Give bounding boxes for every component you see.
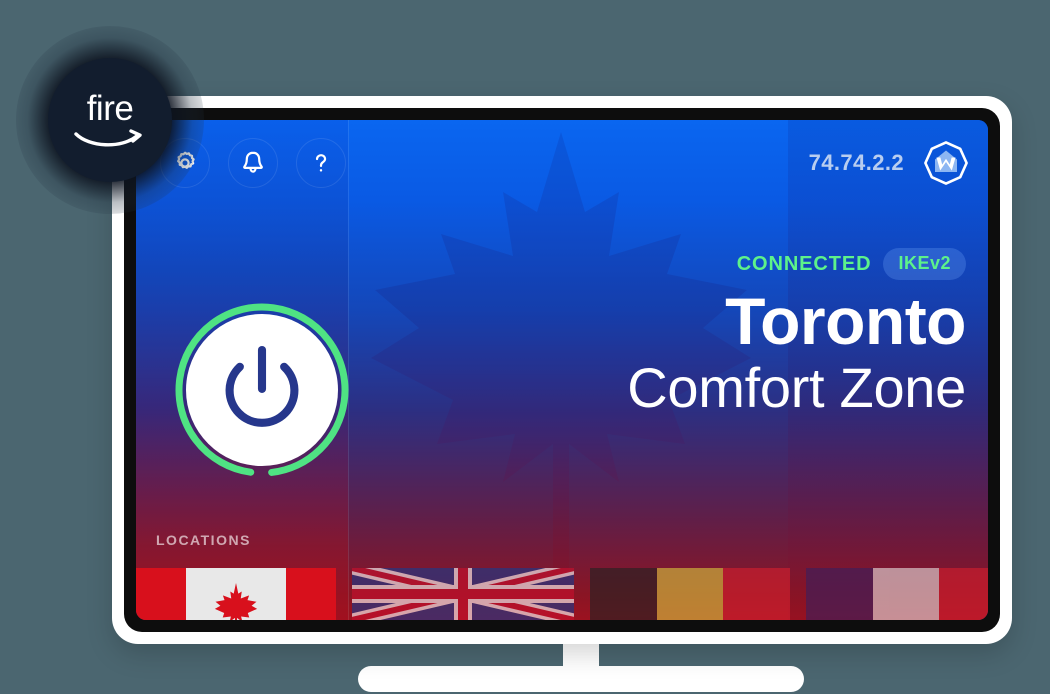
flag-canada[interactable] xyxy=(136,568,336,620)
fire-tv-platform-badge: fire xyxy=(48,58,172,182)
connection-status-block: CONNECTED IKEv2 Toronto Comfort Zone xyxy=(326,248,967,420)
status-badge: CONNECTED xyxy=(736,252,872,275)
tv-outer-frame: 74.74.2.2 CONNECTED IKEv2 Toronto Comfor… xyxy=(112,96,1012,644)
tv-bezel: 74.74.2.2 CONNECTED IKEv2 Toronto Comfor… xyxy=(124,108,1000,632)
ip-address-label: 74.74.2.2 xyxy=(808,150,904,175)
locations-flag-row xyxy=(136,568,988,620)
flag-luxembourg[interactable] xyxy=(806,568,988,620)
power-button[interactable] xyxy=(172,300,352,480)
power-icon xyxy=(225,345,299,427)
germany-flag-icon xyxy=(590,568,790,620)
question-mark-icon xyxy=(315,154,327,172)
luxembourg-flag-icon xyxy=(806,568,988,620)
help-button[interactable] xyxy=(296,138,346,188)
amazon-smile-arrow-icon xyxy=(74,128,142,146)
toolbar-right-group: 74.74.2.2 xyxy=(809,139,970,187)
connected-city-label: Toronto xyxy=(725,284,966,358)
flag-united-kingdom[interactable] xyxy=(352,568,574,620)
windscribe-shield-w-icon[interactable] xyxy=(922,139,970,187)
app-toolbar: 74.74.2.2 xyxy=(136,120,988,206)
notifications-button[interactable] xyxy=(228,138,278,188)
tv-stand-base xyxy=(358,666,804,692)
vpn-app-screen: 74.74.2.2 CONNECTED IKEv2 Toronto Comfor… xyxy=(136,120,988,620)
protocol-badge[interactable]: IKEv2 xyxy=(883,248,966,280)
canada-flag-icon xyxy=(136,568,336,620)
power-button-core xyxy=(186,314,338,466)
bell-icon xyxy=(243,151,263,173)
status-row: CONNECTED IKEv2 xyxy=(326,248,966,280)
united-kingdom-flag-icon xyxy=(352,568,574,620)
locations-section-label: LOCATIONS xyxy=(156,532,251,548)
flag-germany[interactable] xyxy=(590,568,790,620)
tv-screen: 74.74.2.2 CONNECTED IKEv2 Toronto Comfor… xyxy=(136,120,988,620)
fire-badge-label: fire xyxy=(86,88,134,128)
connected-zone-label: Comfort Zone xyxy=(627,356,966,420)
